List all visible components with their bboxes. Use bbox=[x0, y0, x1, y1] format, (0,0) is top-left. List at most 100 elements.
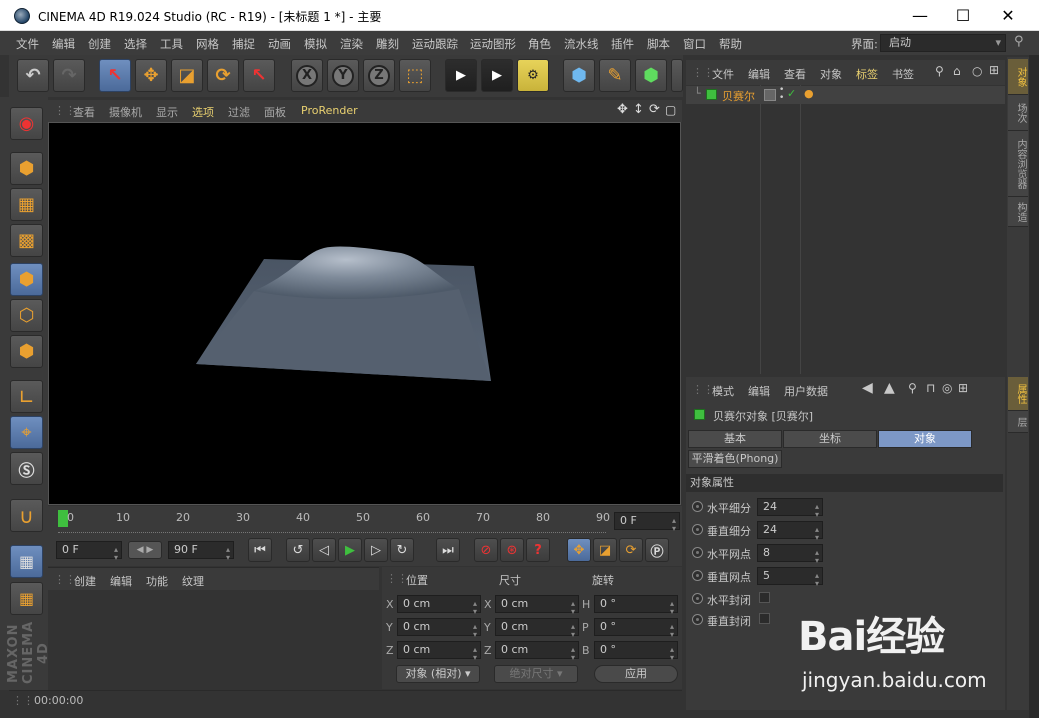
tab-layers[interactable]: 层 bbox=[1008, 411, 1028, 433]
coordinate-system-button[interactable]: ⬚ bbox=[399, 59, 431, 92]
start-frame-field[interactable]: 0 F ▴ ▾ bbox=[56, 541, 122, 562]
tweak-mode-button[interactable]: ⌖ bbox=[10, 416, 43, 449]
timeline[interactable]: 0 10 20 30 40 50 60 70 80 90 0 F ▴ ▾ bbox=[48, 506, 682, 536]
enabled-check-icon[interactable]: ✓ bbox=[787, 87, 796, 100]
y-axis-lock-button[interactable]: Y bbox=[327, 59, 359, 92]
scale-tool-button[interactable]: ◪ bbox=[171, 59, 203, 92]
up-arrow-icon[interactable]: ▲ bbox=[884, 380, 895, 396]
position-y-field[interactable]: 0 cm ▴ ▾ bbox=[397, 618, 481, 639]
material-menu-texture[interactable]: 纹理 bbox=[182, 573, 204, 589]
object-menu-tags[interactable]: 标签 bbox=[856, 66, 878, 82]
menu-mesh[interactable]: 网格 bbox=[196, 36, 219, 52]
tab-content-browser[interactable]: 内容浏览器 bbox=[1008, 131, 1028, 197]
object-menu-view[interactable]: 查看 bbox=[784, 66, 806, 82]
material-menu-edit[interactable]: 编辑 bbox=[110, 573, 132, 589]
animate-radio[interactable] bbox=[692, 593, 703, 604]
render-picture-viewer-button[interactable]: ▶ bbox=[481, 59, 513, 92]
parameter-key-button[interactable]: Ⓟ bbox=[645, 538, 669, 562]
undo-button[interactable]: ↶ bbox=[17, 59, 49, 92]
viewport-menu-camera[interactable]: 摄像机 bbox=[109, 104, 142, 120]
rotation-b-field[interactable]: 0 ° ▴ ▾ bbox=[594, 641, 678, 662]
zoom-view-icon[interactable]: ↕ bbox=[633, 102, 644, 117]
tab-attributes[interactable]: 属性 bbox=[1008, 377, 1028, 411]
menu-window[interactable]: 窗口 bbox=[683, 36, 706, 52]
size-x-field[interactable]: 0 cm ▴ ▾ bbox=[495, 595, 579, 616]
play-button[interactable]: ▶ bbox=[338, 538, 362, 562]
auto-key-button[interactable]: ⊛ bbox=[500, 538, 524, 562]
home-icon[interactable]: ⌂ bbox=[953, 64, 961, 78]
animate-radio[interactable] bbox=[692, 570, 703, 581]
menu-create[interactable]: 创建 bbox=[88, 36, 111, 52]
animate-radio[interactable] bbox=[692, 501, 703, 512]
tab-takes[interactable]: 场次 bbox=[1008, 95, 1028, 131]
points-mode-button[interactable]: ⬢ bbox=[10, 263, 43, 296]
apply-button[interactable]: 应用 bbox=[594, 665, 678, 683]
size-z-field[interactable]: 0 cm ▴ ▾ bbox=[495, 641, 579, 662]
axis-mode-button[interactable]: ∟ bbox=[10, 380, 43, 413]
grid-snap-button[interactable]: ▦ bbox=[10, 582, 43, 615]
go-to-end-button[interactable]: ⏭ bbox=[436, 538, 460, 562]
viewport-menu-prorender[interactable]: ProRender bbox=[301, 104, 358, 117]
tab-phong[interactable]: 平滑着色(Phong) bbox=[688, 450, 782, 468]
maximize-button[interactable]: ☐ bbox=[940, 0, 986, 31]
scale-key-button[interactable]: ◪ bbox=[593, 538, 617, 562]
menu-mograph[interactable]: 运动图形 bbox=[470, 36, 516, 52]
horizontal-grid-points-field[interactable]: 8 ▴ ▾ bbox=[757, 544, 823, 565]
render-view-button[interactable]: ▶ bbox=[445, 59, 477, 92]
tab-object[interactable]: 对象 bbox=[878, 430, 972, 448]
viewport-menu-panel[interactable]: 面板 bbox=[264, 104, 286, 120]
tab-structure[interactable]: 构造 bbox=[1008, 197, 1028, 227]
vertical-closed-checkbox[interactable] bbox=[759, 613, 770, 624]
polygons-mode-button[interactable]: ⬢ bbox=[10, 335, 43, 368]
rotation-p-field[interactable]: 0 ° ▴ ▾ bbox=[594, 618, 678, 639]
position-z-field[interactable]: 0 cm ▴ ▾ bbox=[397, 641, 481, 662]
previous-frame-button[interactable]: ◁ bbox=[312, 538, 336, 562]
new-window-icon[interactable]: ⊞ bbox=[989, 63, 999, 77]
recent-tools-button[interactable]: ↖ bbox=[243, 59, 275, 92]
toggle-view-icon[interactable]: ▢ bbox=[665, 103, 676, 117]
animate-radio[interactable] bbox=[692, 547, 703, 558]
move-tool-button[interactable]: ✥ bbox=[135, 59, 167, 92]
position-key-button[interactable]: ✥ bbox=[567, 538, 591, 562]
search-icon[interactable]: ⚲ bbox=[1014, 34, 1024, 49]
keyframe-selection-button[interactable]: ? bbox=[526, 538, 550, 562]
animate-radio[interactable] bbox=[692, 614, 703, 625]
model-mode-button[interactable]: ⬢ bbox=[10, 152, 43, 185]
new-window-icon[interactable]: ⊞ bbox=[958, 381, 968, 395]
size-y-field[interactable]: 0 cm ▴ ▾ bbox=[495, 618, 579, 639]
rotate-tool-button[interactable]: ⟳ bbox=[207, 59, 239, 92]
redo-button[interactable]: ↷ bbox=[53, 59, 85, 92]
object-menu-edit[interactable]: 编辑 bbox=[748, 66, 770, 82]
rotation-h-field[interactable]: 0 ° ▴ ▾ bbox=[594, 595, 678, 616]
list-item[interactable]: └ 贝赛尔 • • ✓ ● bbox=[686, 86, 1005, 104]
visibility-dots-icon[interactable]: • • bbox=[779, 86, 784, 103]
x-axis-lock-button[interactable]: X bbox=[291, 59, 323, 92]
menu-tools[interactable]: 工具 bbox=[160, 36, 183, 52]
menu-character[interactable]: 角色 bbox=[528, 36, 551, 52]
phong-tag-icon[interactable]: ● bbox=[804, 87, 814, 100]
subdivision-surface-button[interactable]: ⬢ bbox=[635, 59, 667, 92]
menu-plugins[interactable]: 插件 bbox=[611, 36, 634, 52]
attr-menu-mode[interactable]: 模式 bbox=[712, 383, 734, 399]
viewport-menu-display[interactable]: 显示 bbox=[156, 104, 178, 120]
back-arrow-icon[interactable]: ◀ bbox=[862, 380, 873, 396]
menu-help[interactable]: 帮助 bbox=[719, 36, 742, 52]
make-editable-button[interactable]: ◉ bbox=[10, 107, 43, 140]
layout-dropdown[interactable]: 启动 ▾ bbox=[880, 34, 1006, 52]
rotate-view-icon[interactable]: ⟳ bbox=[649, 102, 660, 117]
vertical-subdivision-field[interactable]: 24 ▴ ▾ bbox=[757, 521, 823, 542]
menu-sculpt[interactable]: 雕刻 bbox=[376, 36, 399, 52]
animate-radio[interactable] bbox=[692, 524, 703, 535]
more-tools-button[interactable] bbox=[671, 59, 683, 92]
menu-select[interactable]: 选择 bbox=[124, 36, 147, 52]
menu-edit[interactable]: 编辑 bbox=[52, 36, 75, 52]
object-menu-bookmarks[interactable]: 书签 bbox=[892, 66, 914, 82]
target-icon[interactable]: ◎ bbox=[942, 381, 952, 395]
menu-render[interactable]: 渲染 bbox=[340, 36, 363, 52]
previous-key-button[interactable]: ↺ bbox=[286, 538, 310, 562]
position-x-field[interactable]: 0 cm ▴ ▾ bbox=[397, 595, 481, 616]
range-slider[interactable]: ◀ ▶ bbox=[128, 541, 162, 559]
link-icon[interactable]: ○ bbox=[972, 64, 982, 78]
coordinate-mode-dropdown[interactable]: 对象 (相对) ▾ bbox=[396, 665, 480, 683]
render-settings-button[interactable]: ⚙ bbox=[517, 59, 549, 92]
